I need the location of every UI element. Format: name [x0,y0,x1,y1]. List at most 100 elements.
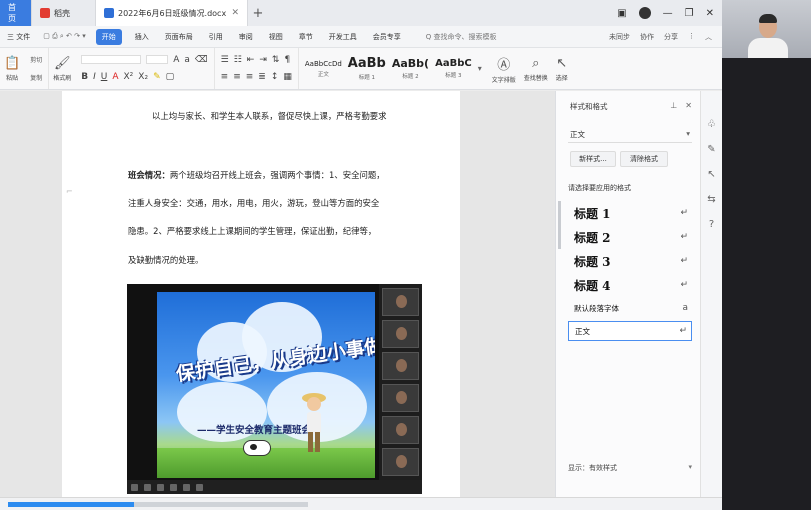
style-item-heading-3[interactable]: 标题 3 ↵ [568,251,692,271]
participant-thumbnail[interactable] [382,448,419,476]
collaborate-button[interactable]: 协作 [640,32,654,42]
clear-format-icon[interactable]: ⌫ [195,55,208,65]
outdent-icon[interactable]: ⇤ [247,55,255,65]
menu-developer[interactable]: 开发工具 [326,30,360,44]
embedded-screenshot-image[interactable]: 保护自己，从身边小事做起 ——学生安全教育主题班会 [127,284,422,494]
help-icon[interactable]: ? [709,219,714,230]
font-color-icon[interactable]: A [112,72,118,82]
bold-icon[interactable]: B [81,72,88,82]
align-right-icon[interactable]: ≡ [246,72,254,82]
share-button[interactable]: 分享 [664,32,678,42]
style-item-label: 默认段落字体 [574,303,619,313]
text-tools-button[interactable]: Ⓐ 文字排版 [488,48,520,89]
tab-document[interactable]: 2022年6月6日班级情况.docx ✕ [96,0,248,26]
doc-paragraph-1[interactable]: 以上均与家长、和学生本人联系，督促尽快上课，严格考勤要求 [152,110,387,122]
doc-line-5[interactable]: 及缺勤情况的处理。 [128,254,203,266]
maximize-icon[interactable]: ❐ [685,8,694,19]
style-heading-1[interactable]: AaBb 标题 1 [348,56,386,81]
style-item-default-font[interactable]: 默认段落字体 a [568,298,692,318]
show-marks-icon[interactable]: ¶ [284,55,290,65]
select-icon[interactable]: ↖ [707,169,715,180]
style-pane-icon[interactable]: ♧ [707,119,716,130]
close-window-icon[interactable]: ✕ [706,8,714,19]
shrink-font-icon[interactable]: a [184,55,190,65]
quick-access-icons[interactable]: ▢ ⎙ ⌕ ↶ ↷ ▾ [43,32,86,41]
collapse-ribbon-icon[interactable]: ︿ [705,32,712,42]
participant-thumbnail[interactable] [382,416,419,444]
participant-thumbnail[interactable] [382,288,419,316]
underline-icon[interactable]: U [101,72,108,82]
shading-icon[interactable]: ▦ [283,72,292,82]
clear-format-button[interactable]: 清除格式 [620,151,668,167]
close-pane-icon[interactable]: ✕ [685,101,692,110]
superscript-icon[interactable]: X² [124,72,134,82]
style-heading-2[interactable]: AaBb( 标题 2 [392,57,429,80]
menu-section[interactable]: 章节 [296,30,316,44]
file-menu[interactable]: 三 文件 [4,30,33,44]
edit-icon[interactable]: ✎ [707,144,715,155]
italic-icon[interactable]: I [93,72,96,82]
format-painter-button[interactable]: 🖌 格式刷 [49,48,75,89]
numbering-icon[interactable]: ☷ [234,55,242,65]
tab-label: 稻壳 [54,8,70,18]
adjust-icon[interactable]: ⇆ [707,194,715,205]
style-item-label: 标题 2 [574,230,611,245]
find-replace-button[interactable]: ⌕ 查找替换 [520,48,552,89]
minimize-icon[interactable]: — [663,8,673,19]
tab-home[interactable]: 首页 [0,0,32,26]
styles-more-icon[interactable]: ▾ [478,64,482,73]
style-heading-3[interactable]: AaBbC 标题 3 [435,58,472,79]
style-item-heading-4[interactable]: 标题 4 ↵ [568,275,692,295]
align-center-icon[interactable]: ≡ [233,72,241,82]
participant-thumbnail[interactable] [382,352,419,380]
indent-icon[interactable]: ⇥ [259,55,267,65]
pane-scrollbar[interactable] [558,201,561,249]
command-search[interactable]: Q 查找命令、搜索模板 [426,32,497,42]
paste-button[interactable]: 📋 粘贴 [0,48,24,89]
wps-window: 首页 稻壳 2022年6月6日班级情况.docx ✕ + ▣ — ❐ ✕ 三 文… [0,0,811,510]
menu-references[interactable]: 引用 [206,30,226,44]
participant-thumbnail[interactable] [382,320,419,348]
font-select[interactable] [81,55,142,65]
doc-line-3[interactable]: 注重人身安全：交通，用水，用电，用火，游玩，登山等方面的安全 [128,197,379,209]
select-button[interactable]: ↖ 选择 [552,48,572,89]
align-left-icon[interactable]: ≡ [221,72,229,82]
tab-docer[interactable]: 稻壳 [32,0,96,26]
style-item-heading-1[interactable]: 标题 1 ↵ [568,203,692,223]
doc-line-4[interactable]: 隐患。2、严格要求线上上课期间的学生管理，保证出勤，纪律等， [128,225,376,237]
participant-thumbnail[interactable] [382,384,419,412]
style-item-normal[interactable]: 正文 ↵ [568,321,692,341]
menu-review[interactable]: 审阅 [236,30,256,44]
doc-paragraph-2[interactable]: 班会情况：两个班级均召开线上班会，强调两个事情：1、安全问题， [128,169,385,181]
style-normal[interactable]: AaBbCcDd 正文 [305,60,342,78]
copy-button[interactable]: 复制 [30,73,42,82]
menu-insert[interactable]: 插入 [132,30,152,44]
new-tab-button[interactable]: + [248,0,268,26]
user-avatar[interactable] [638,7,651,19]
select-label: 选择 [555,74,568,82]
font-size-select[interactable] [146,55,169,65]
pin-icon[interactable]: ⊥ [670,101,677,110]
sync-status[interactable]: 未同步 [609,32,630,42]
menu-home[interactable]: 开始 [95,28,122,45]
menu-page-layout[interactable]: 页面布局 [162,30,196,44]
close-tab-icon[interactable]: ✕ [231,8,239,18]
subscript-icon[interactable]: X₂ [138,72,148,82]
layout-icon[interactable]: ▣ [617,8,626,19]
style-item-heading-2[interactable]: 标题 2 ↵ [568,227,692,247]
bullets-icon[interactable]: ☰ [221,55,229,65]
current-style-select[interactable]: 正文 ▾ [568,125,692,143]
show-styles-select[interactable]: 显示：有效样式 ▾ [568,463,692,473]
justify-icon[interactable]: ≣ [258,72,266,82]
highlight-icon[interactable]: ✎ [153,72,161,82]
cut-button[interactable]: 剪切 [30,55,42,64]
slide-preview: 保护自己，从身边小事做起 ——学生安全教育主题班会 [157,292,375,478]
line-spacing-icon[interactable]: ↕ [271,72,279,82]
char-border-icon[interactable]: ▢ [166,72,175,82]
sort-icon[interactable]: ⇅ [272,55,280,65]
menu-view[interactable]: 视图 [266,30,286,44]
grow-font-icon[interactable]: A [173,55,179,65]
new-style-button[interactable]: 新样式... [570,151,616,167]
menu-member[interactable]: 会员专享 [370,30,404,44]
more-icon[interactable]: ⋮ [688,32,695,42]
